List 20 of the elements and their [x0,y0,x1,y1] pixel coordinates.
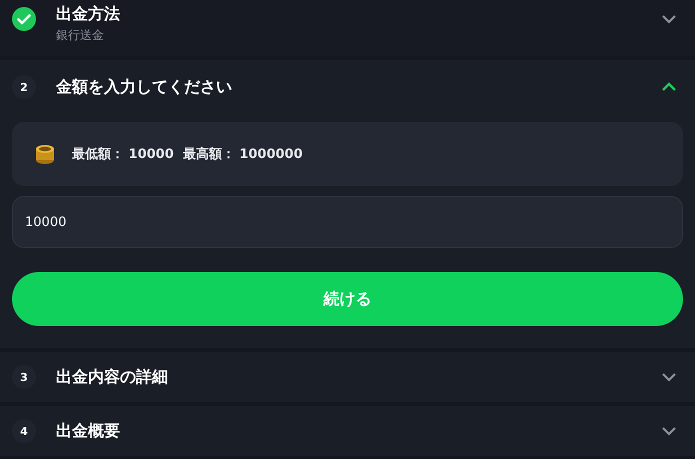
step-title: 出金内容の詳細 [56,366,169,388]
limits-text: 最低額： 10000 最高額： 1000000 [72,146,303,163]
coin-stack-icon [34,143,56,165]
step-number: 3 [12,365,36,389]
chevron-down-icon[interactable] [661,372,677,382]
step-header[interactable]: 2 金額を入力してください [0,60,695,114]
step-header[interactable]: 4 出金概要 [0,406,695,456]
step-header[interactable]: 3 出金内容の詳細 [0,352,695,402]
check-icon [12,7,36,31]
step-title: 出金概要 [56,420,121,442]
step-title: 出金方法 [56,4,121,25]
amount-field[interactable]: 10000 [12,196,683,248]
chevron-down-icon[interactable] [661,14,677,24]
step-title: 金額を入力してください [56,76,233,98]
chevron-up-icon[interactable] [661,82,677,92]
chevron-down-icon[interactable] [661,426,677,436]
step-subtitle: 銀行送金 [56,27,105,44]
step-header[interactable]: 出金方法 銀行送金 [0,0,695,56]
step-number: 4 [12,419,36,443]
step-number: 2 [12,75,36,99]
